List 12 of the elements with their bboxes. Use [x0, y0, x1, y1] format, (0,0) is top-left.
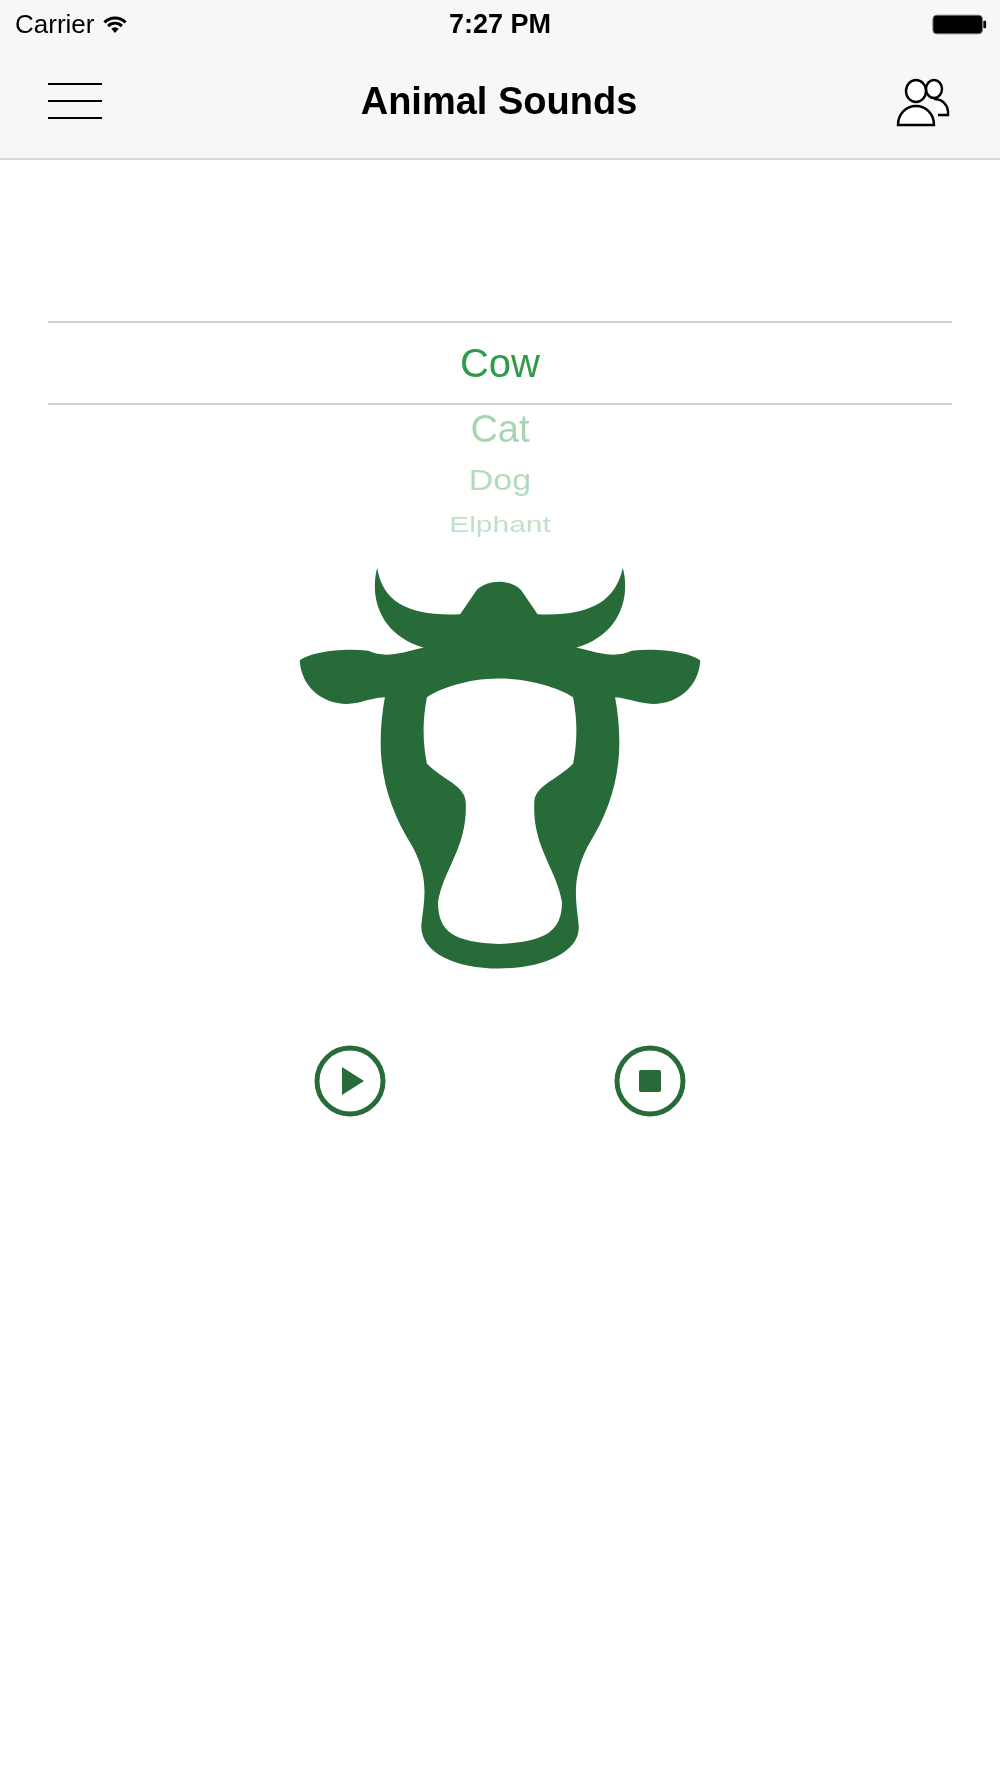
play-button[interactable]: [313, 1044, 387, 1119]
picker-option[interactable]: Cat: [470, 409, 530, 451]
carrier-label: Carrier: [15, 8, 95, 40]
picker-option[interactable]: Elphant: [449, 512, 551, 538]
picker-option[interactable]: Dog: [468, 463, 532, 496]
screen-title: Animal Sounds: [360, 79, 638, 123]
wifi-icon: [102, 14, 129, 34]
picker-option[interactable]: Cow: [460, 341, 540, 385]
battery-icon: [932, 13, 988, 35]
menu-icon[interactable]: [48, 83, 102, 119]
clock-time: 7:27 PM: [447, 8, 552, 40]
stop-button[interactable]: [613, 1044, 687, 1119]
